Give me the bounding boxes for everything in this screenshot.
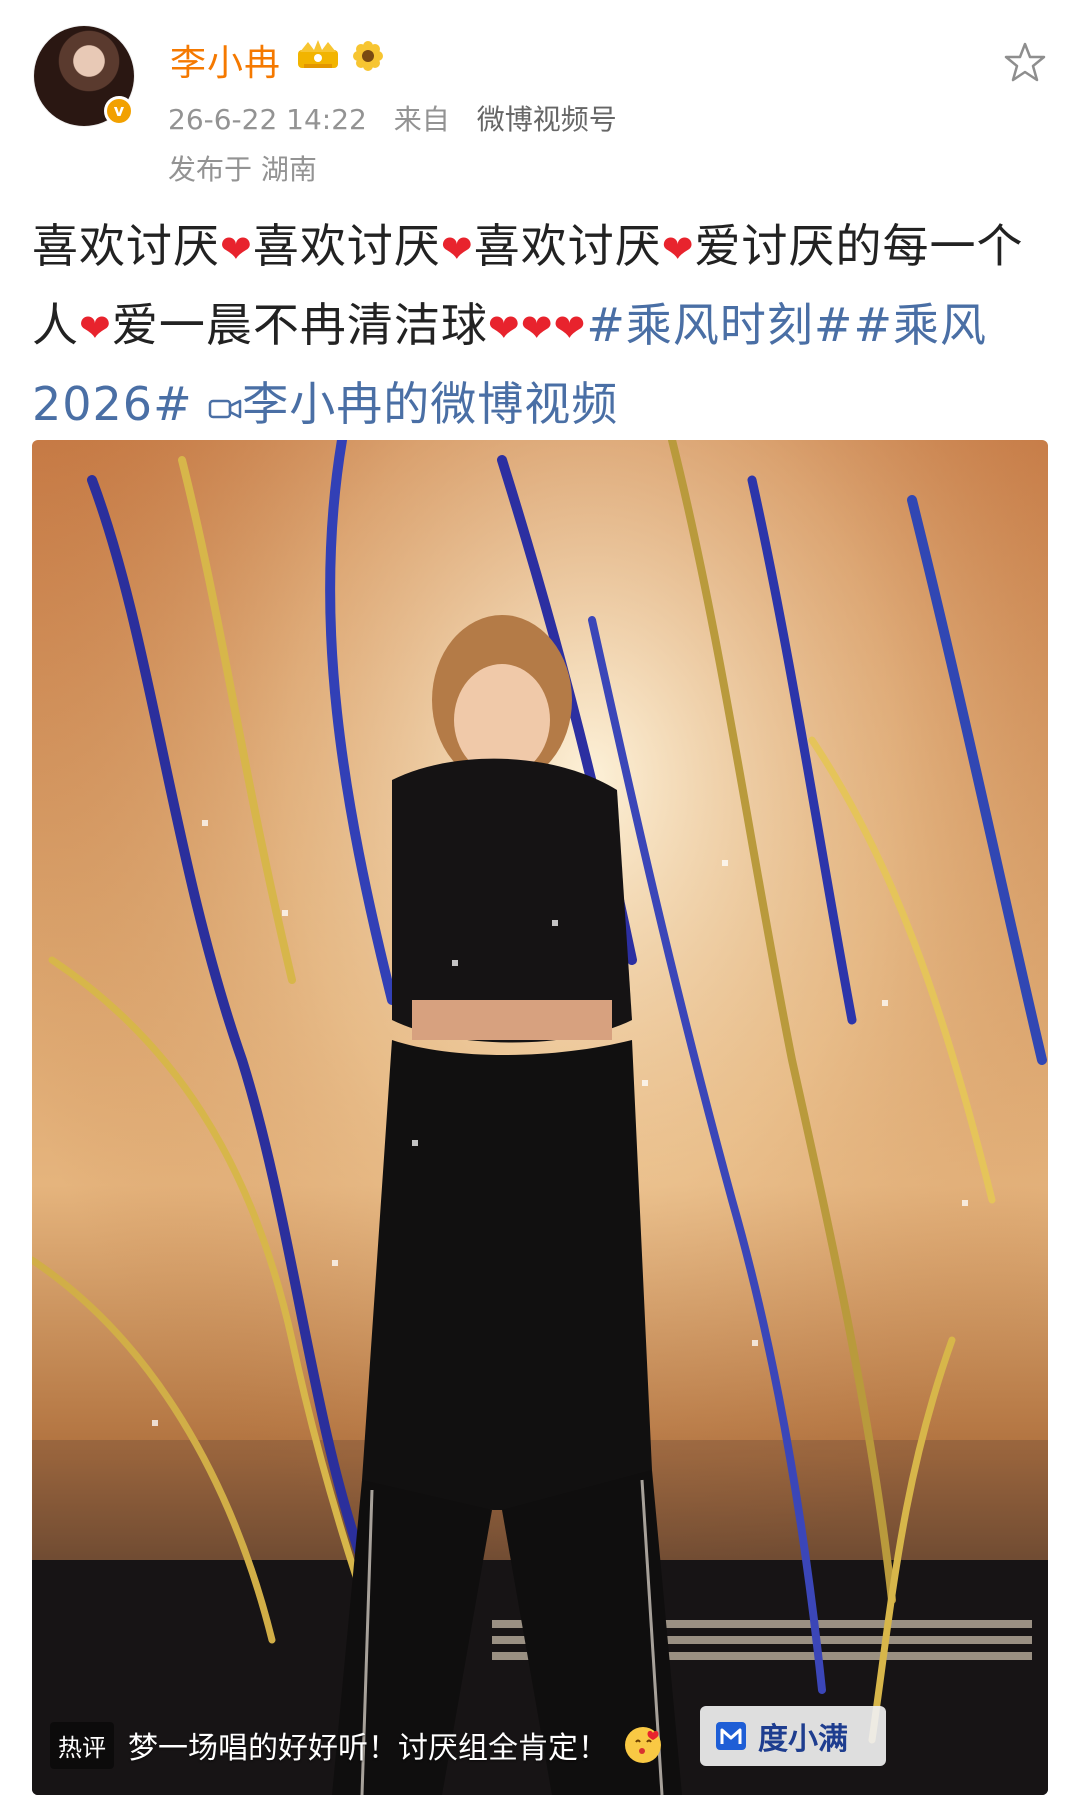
hot-comment-text: 梦一场唱的好好听！讨厌组全肯定！ [128,1731,608,1766]
post-content: 喜欢讨厌❤喜欢讨厌❤喜欢讨厌❤爱讨厌的每一个人❤爱一晨不冉清洁球❤❤❤#乘风时刻… [32,208,1052,442]
heart-emoji: ❤ [661,227,695,271]
post-meta: 26-6-22 14:22 来自 微博视频号 [168,98,617,138]
brand-logo-icon [716,1722,746,1750]
content-text: 喜欢讨厌 [473,219,662,273]
heart-emoji: ❤ [487,306,521,350]
heart-emoji: ❤ [520,306,554,350]
source-link[interactable]: 微博视频号 [477,103,617,136]
heart-emoji: ❤ [440,227,474,271]
sunflower-icon [353,41,383,71]
video-camera-icon [208,399,242,419]
video-frame [32,440,1048,1795]
hot-comment-label: 热评 [50,1721,114,1769]
video-player[interactable] [32,440,1048,1795]
video-link[interactable]: 李小冉的微博视频 [208,377,618,431]
hot-comment-bar[interactable]: 热评 梦一场唱的好好听！讨厌组全肯定！ [50,1718,664,1772]
username[interactable]: 李小冉 [170,34,281,86]
verified-badge: v [104,96,134,126]
content-text: 喜欢讨厌 [32,219,220,273]
brand-logo: 度小满 [700,1706,886,1766]
timestamp: 26-6-22 14:22 [168,103,367,136]
post-header: v 李小冉 26-6-22 14:22 来自 微博视频号 发布于 湖南 [0,0,1080,186]
heart-emoji: ❤ [553,306,587,350]
source-label: 来自 [393,103,450,136]
star-icon[interactable] [1003,40,1047,84]
post-location: 发布于 湖南 [168,153,317,186]
heart-emoji: ❤ [220,227,253,271]
hashtag-link[interactable]: #乘风时刻# [586,298,853,352]
brand-name: 度小满 [758,1722,848,1757]
video-link-text: 李小冉的微博视频 [242,377,619,431]
crown-icon [298,40,338,68]
content-text: 喜欢讨厌 [252,219,441,273]
kiss-icon [625,1727,661,1763]
heart-emoji: ❤ [79,306,112,350]
content-text: 爱一晨不冉清洁球 [111,298,488,352]
